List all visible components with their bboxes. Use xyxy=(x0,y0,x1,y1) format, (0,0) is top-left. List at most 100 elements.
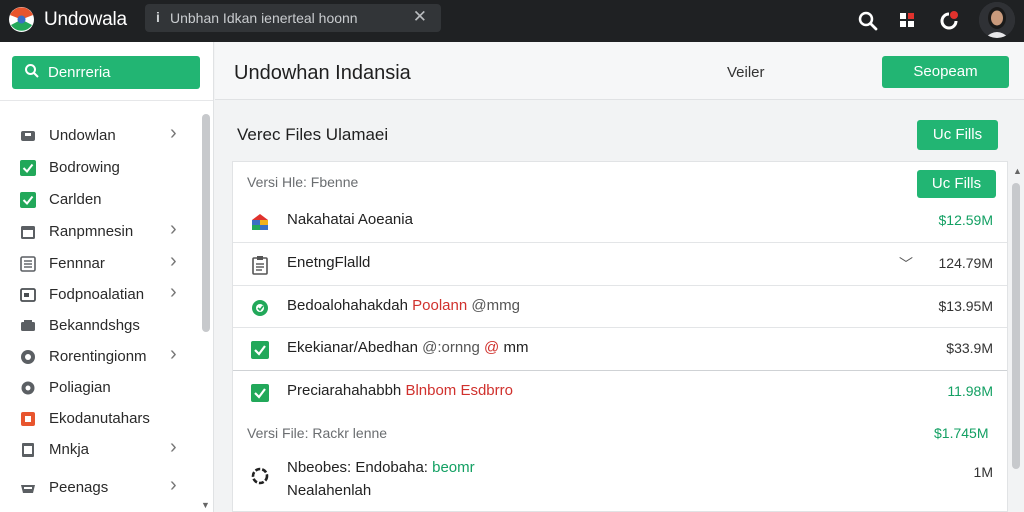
file-name-tag: @ xyxy=(484,339,500,356)
chevron-right-icon[interactable]: › xyxy=(170,218,177,241)
calendar-icon xyxy=(20,224,36,240)
info-icon: i xyxy=(156,9,160,25)
file-size: $13.95M xyxy=(938,298,993,314)
file-name-tag: Poolann xyxy=(412,297,468,314)
main-scrollbar-thumb[interactable] xyxy=(1012,183,1020,469)
globe-icon xyxy=(20,349,36,365)
file-name-main: Preciarahahabbh xyxy=(287,382,402,399)
list-icon xyxy=(20,256,36,272)
top-bar: Undowala i Unbhan Idkan ienerteal hoonn … xyxy=(0,0,1024,42)
ring-icon xyxy=(251,467,269,485)
file-name: EnetngFlalld xyxy=(287,254,371,271)
file-name-main: Nbeobes: Endobaha: xyxy=(287,459,428,476)
file-size: 11.98M xyxy=(947,383,993,399)
sidebar-scrollbar[interactable] xyxy=(202,114,210,332)
file-name: Bedoalohahakdah Poolann @mmg xyxy=(287,297,520,314)
version-group-label: Versi Hle: Fbenne xyxy=(247,174,359,190)
file-row[interactable]: Bedoalohahakdah Poolann @mmg $13.95M xyxy=(233,285,1007,327)
sidebar-item[interactable]: Ranpmnesin › xyxy=(0,218,195,246)
file-row[interactable]: EnetngFlalld ﹀ 124.79M xyxy=(233,242,1007,284)
green-check-icon xyxy=(251,384,269,402)
sidebar-item-label: Bekanndshgs xyxy=(49,317,140,334)
file-name-line2: Nealahenlah xyxy=(287,482,372,499)
sidebar-item-label: Fodpnoalatian xyxy=(49,286,145,303)
gear-icon xyxy=(20,380,36,396)
header-action-button[interactable]: Seopeam xyxy=(882,56,1009,88)
check-box-icon xyxy=(20,192,36,208)
sidebar-search-button[interactable]: Denrreria xyxy=(12,56,200,89)
document-icon xyxy=(20,442,36,458)
sidebar-item-label: Ekodanutahars xyxy=(49,410,150,427)
card-icon xyxy=(20,318,36,334)
chevron-right-icon[interactable]: › xyxy=(170,122,177,145)
file-size: $33.9M xyxy=(946,340,993,356)
file-name-suffix: mm xyxy=(503,339,529,356)
tray-icon xyxy=(20,480,36,496)
chevron-right-icon[interactable]: › xyxy=(170,281,177,304)
sidebar-item-label: Bodrowing xyxy=(49,159,120,176)
version-group-label: Versi File: Rackr lenne xyxy=(247,425,388,441)
sidebar-item[interactable]: Poliagian xyxy=(0,374,195,402)
file-name: Ekekianar/Abedhan @:ornng @ mm xyxy=(287,339,528,356)
apps-grid-icon[interactable] xyxy=(896,9,920,33)
chevron-right-icon[interactable]: › xyxy=(170,474,177,497)
file-row[interactable]: Preciarahahabbh Blnbom Esdbrro 11.98M xyxy=(233,370,1007,412)
green-check-icon xyxy=(251,341,269,359)
sidebar-item[interactable]: Fodpnoalatian › xyxy=(0,281,195,309)
search-icon[interactable] xyxy=(856,9,880,33)
green-badge-icon xyxy=(252,300,268,316)
user-avatar[interactable] xyxy=(979,2,1015,38)
sidebar-item[interactable]: Ekodanutahars xyxy=(0,405,195,433)
view-link[interactable]: Veiler xyxy=(727,64,765,81)
file-name: Preciarahahabbh Blnbom Esdbrro xyxy=(287,382,513,399)
sidebar-item[interactable]: Bodrowing xyxy=(0,154,195,182)
scroll-up-icon[interactable]: ▲ xyxy=(1013,166,1022,176)
file-name-suffix: @mmg xyxy=(471,297,520,314)
sidebar-item-label: Fennnar xyxy=(49,255,105,272)
file-name-mention: @:ornng xyxy=(422,339,480,356)
file-name-tag: Blnbom Esdbrro xyxy=(405,382,513,399)
file-name-tag: beomr xyxy=(432,459,475,476)
file-row[interactable]: Nakahatai Aoeania $12.59M xyxy=(233,200,1007,242)
sidebar-item-label: Carlden xyxy=(49,191,102,208)
file-name-main: Bedoalohahakdah xyxy=(287,297,408,314)
group-upload-button[interactable]: Uc Fills xyxy=(917,170,996,198)
chevron-right-icon[interactable]: › xyxy=(170,343,177,366)
sidebar-item[interactable]: Peenags › xyxy=(0,474,195,502)
scroll-down-icon[interactable]: ▼ xyxy=(201,500,210,510)
sidebar-item[interactable]: Bekanndshgs xyxy=(0,312,195,340)
sidebar-item[interactable]: Carlden xyxy=(0,186,195,214)
sidebar-item[interactable]: Rorentingionm › xyxy=(0,343,195,371)
file-size: 1M xyxy=(973,464,993,480)
main-scrollbar[interactable]: ▲ xyxy=(1012,166,1022,511)
sidebar-search-label: Denrreria xyxy=(48,64,111,81)
page-title: Undowhan Indansia xyxy=(234,62,411,84)
search-icon xyxy=(25,64,39,78)
sidebar-item-label: Rorentingionm xyxy=(49,348,147,365)
expand-chevron-icon[interactable]: ﹀ xyxy=(899,254,913,274)
top-search-input[interactable]: i Unbhan Idkan ienerteal hoonn ✕ xyxy=(145,4,441,32)
bag-icon xyxy=(20,128,36,144)
file-row[interactable]: Nbeobes: Endobaha: beomr Nealahenlah 1M xyxy=(233,456,1007,506)
upload-files-button[interactable]: Uc Fills xyxy=(917,120,998,150)
avatar-image xyxy=(979,2,1015,38)
clear-search-icon[interactable]: ✕ xyxy=(413,7,427,27)
chevron-right-icon[interactable]: › xyxy=(170,250,177,273)
sidebar-item[interactable]: Mnkja › xyxy=(0,436,195,464)
file-size: 124.79M xyxy=(938,255,993,271)
folder-icon xyxy=(20,287,36,303)
notifications-icon[interactable] xyxy=(937,9,961,33)
chevron-right-icon[interactable]: › xyxy=(170,436,177,459)
sidebar-item[interactable]: Undowlan › xyxy=(0,122,195,150)
sidebar-divider xyxy=(0,100,213,101)
section-title: Verec Files Ulamaei xyxy=(237,125,389,144)
check-box-icon xyxy=(20,160,36,176)
sidebar-item[interactable]: Fennnar › xyxy=(0,250,195,278)
top-search-text: Unbhan Idkan ienerteal hoonn xyxy=(170,10,358,26)
file-row[interactable]: Ekekianar/Abedhan @:ornng @ mm $33.9M xyxy=(233,327,1007,369)
sidebar-item-label: Peenags xyxy=(49,479,109,496)
app-title: Undowala xyxy=(44,9,127,30)
sidebar-item-label: Poliagian xyxy=(49,379,111,396)
sidebar-item-label: Undowlan xyxy=(49,127,116,144)
file-size: $12.59M xyxy=(938,212,993,228)
